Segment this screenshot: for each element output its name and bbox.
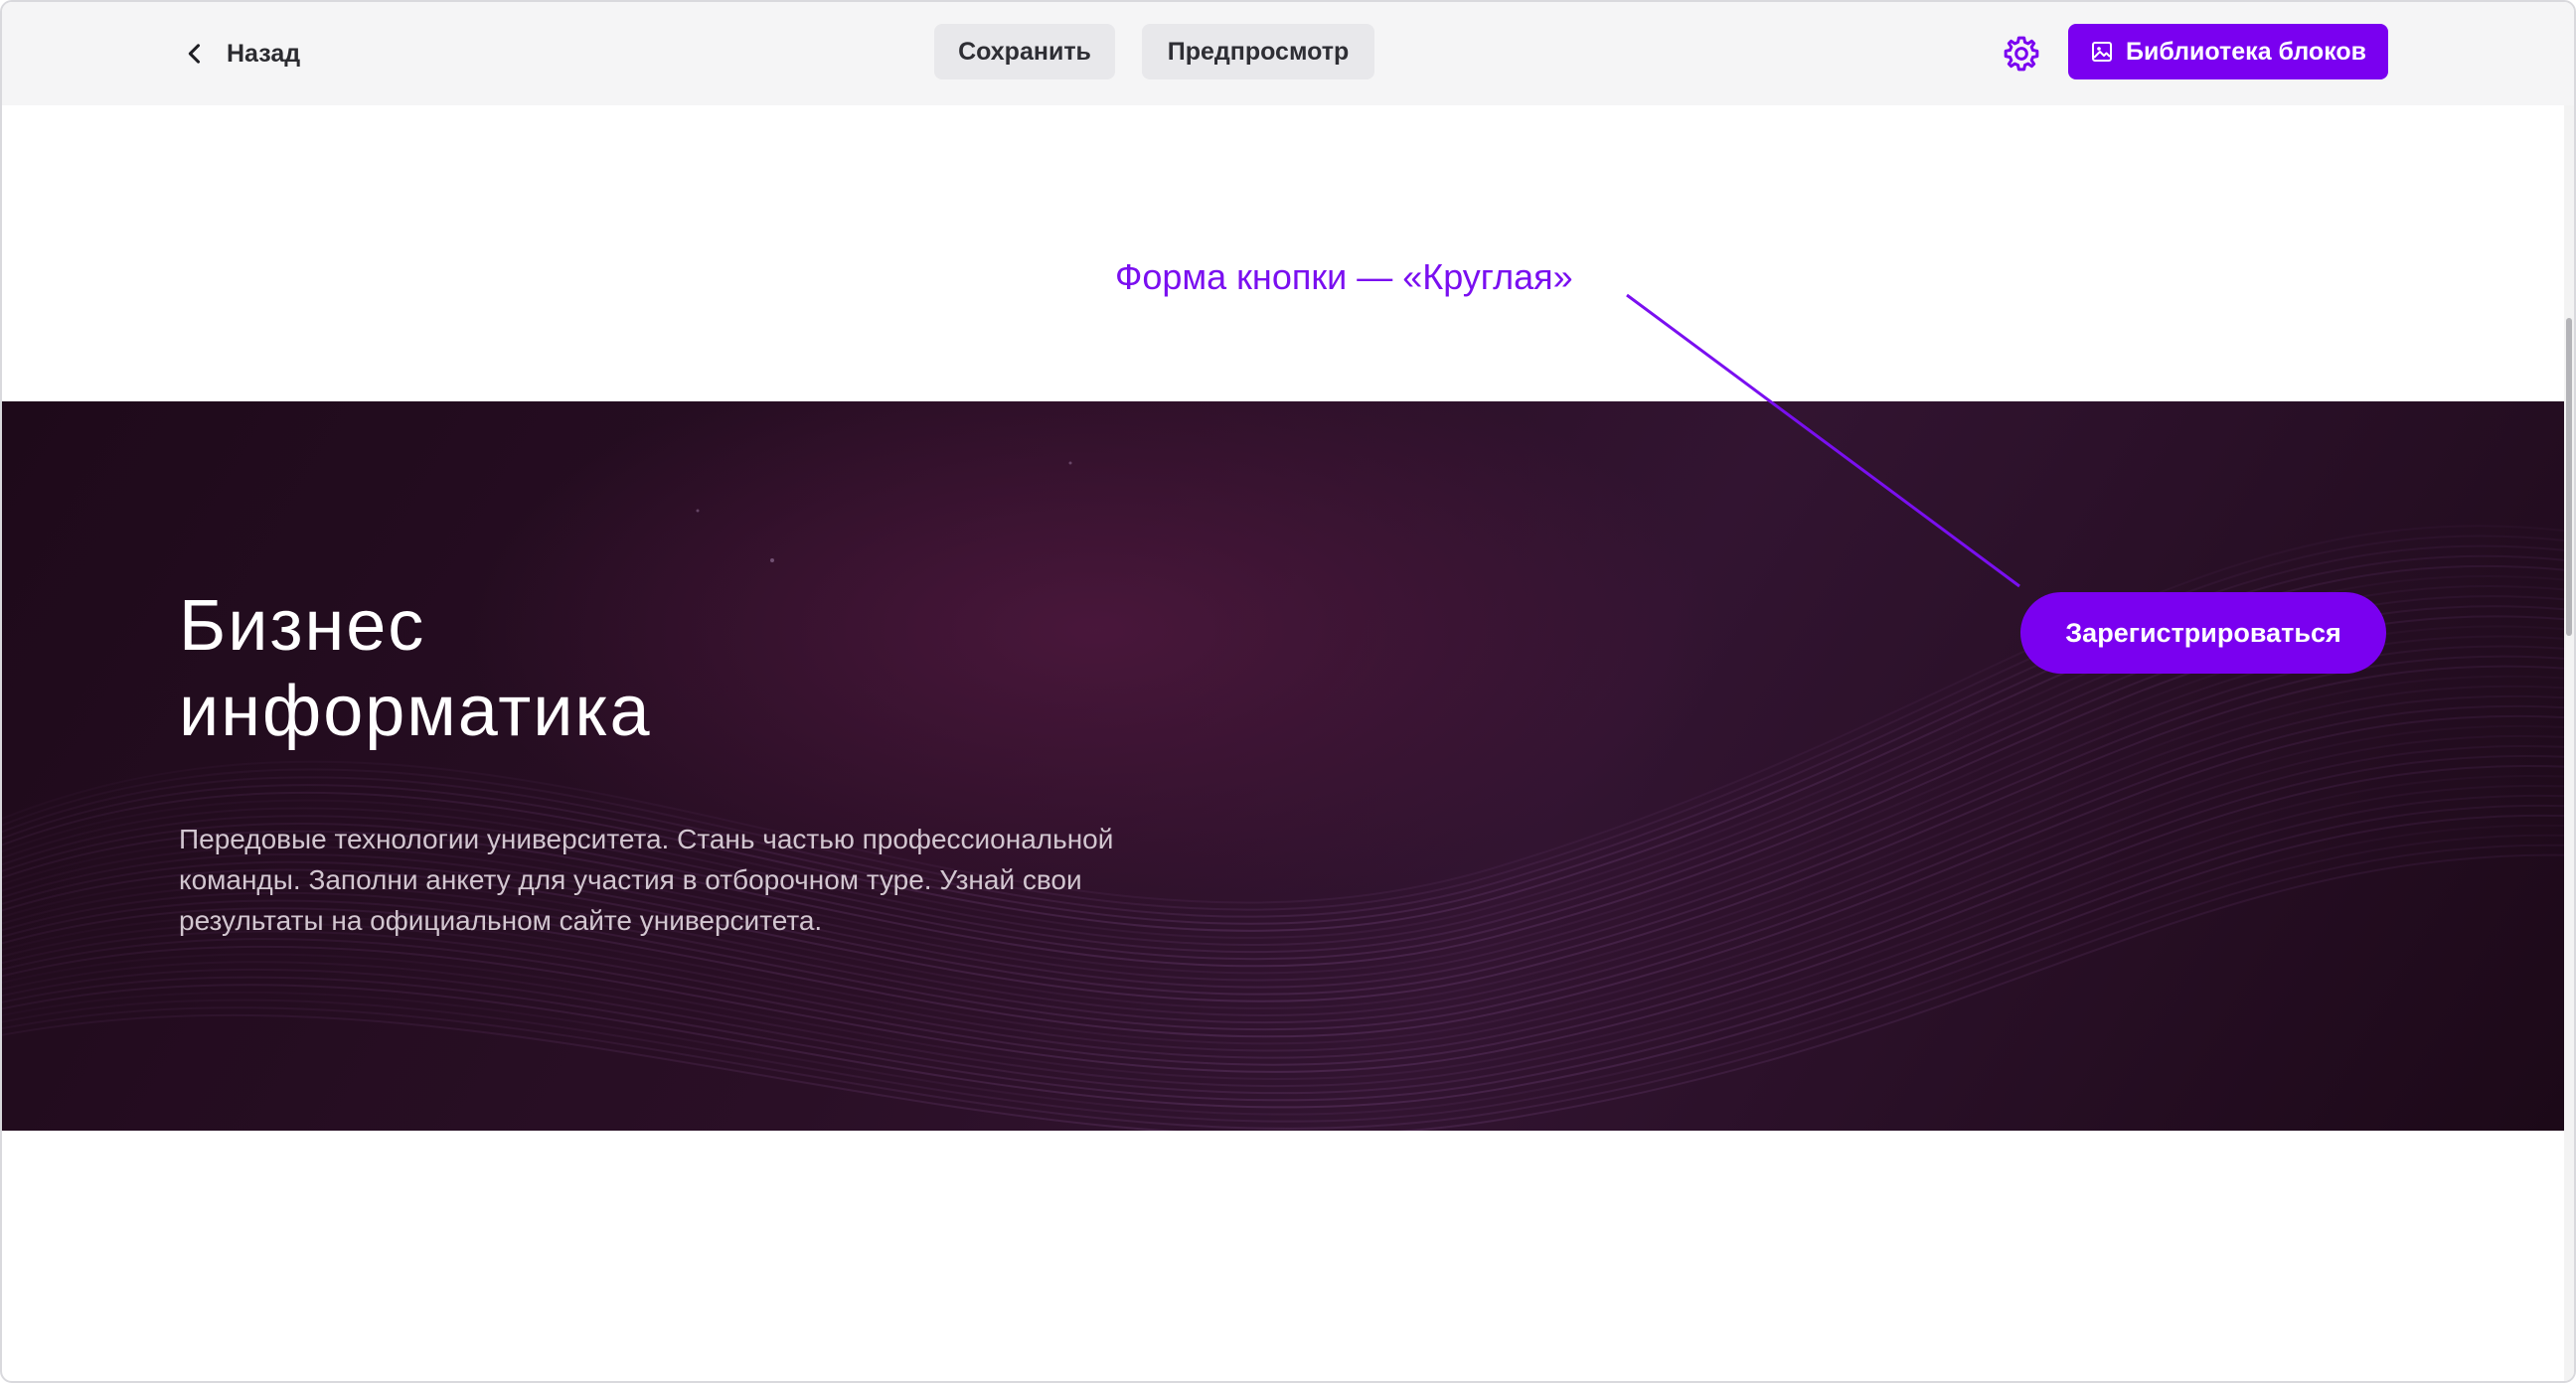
image-icon: [2091, 42, 2112, 62]
back-button[interactable]: Назад: [181, 30, 300, 77]
hero-description: Передовые технологии университета. Стань…: [179, 824, 1114, 936]
register-button[interactable]: Зарегистрироваться: [2020, 592, 2386, 674]
top-toolbar: Назад Сохранить Предпросмотр Библиотека …: [2, 2, 2574, 105]
back-label: Назад: [227, 39, 301, 68]
block-library-button[interactable]: Библиотека блоков: [2068, 24, 2388, 79]
annotation-label: Форма кнопки — «Круглая»: [1115, 256, 1573, 297]
hero-title-line2: информатика: [179, 672, 652, 751]
chevron-left-icon: [188, 44, 201, 64]
scrollbar-thumb[interactable]: [2566, 318, 2572, 636]
hero-title-line1: Бизнес: [179, 586, 426, 666]
hero-title: Бизнес информатика: [179, 583, 974, 754]
save-button[interactable]: Сохранить: [934, 24, 1115, 79]
gear-icon[interactable]: [2002, 34, 2041, 74]
hero-block[interactable]: Бизнес информатика Передовые технологии …: [2, 401, 2564, 1131]
hero-background-waves: [2, 461, 2564, 1131]
vertical-scrollbar[interactable]: [2564, 105, 2574, 1381]
editor-window: Назад Сохранить Предпросмотр Библиотека …: [0, 0, 2576, 1383]
block-library-label: Библиотека блоков: [2125, 37, 2367, 66]
preview-button[interactable]: Предпросмотр: [1142, 24, 1374, 79]
